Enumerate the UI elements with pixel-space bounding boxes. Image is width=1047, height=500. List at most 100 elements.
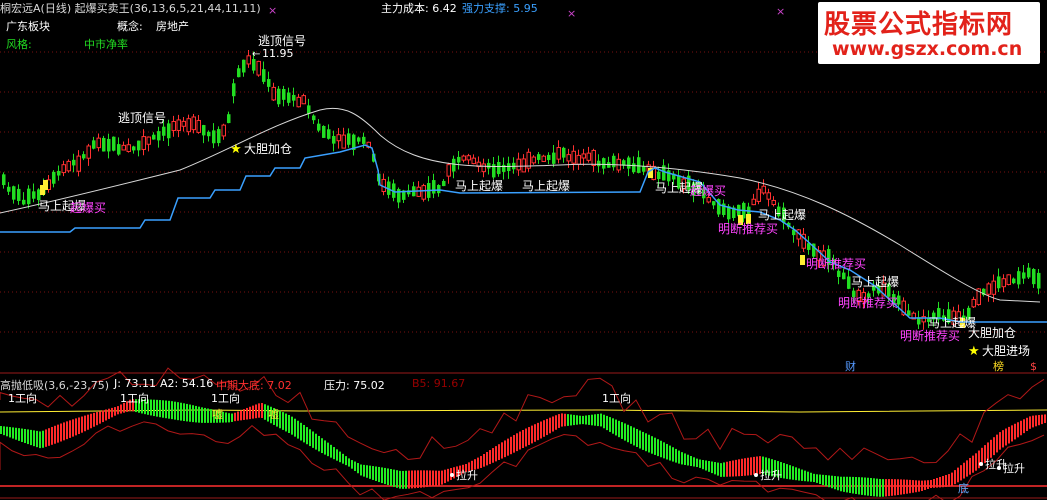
oscillator-bar <box>510 436 512 455</box>
candle-body <box>341 134 346 149</box>
candle-body <box>327 129 331 139</box>
watermark-url: www.gszx.com.cn <box>832 38 1023 60</box>
candle-body <box>562 147 566 158</box>
oscillator-bar <box>963 462 965 479</box>
candle-body <box>186 118 191 133</box>
oscillator-bar <box>453 467 455 479</box>
oscillator-bar <box>1002 430 1004 448</box>
oscillator-bar <box>9 427 11 438</box>
oscillator-bar <box>318 435 320 452</box>
oscillator-bar <box>807 471 809 482</box>
candle-body <box>237 68 241 78</box>
signal-label: 逃顶信号 <box>258 34 306 48</box>
candle-body <box>442 180 446 187</box>
candle-body <box>252 59 256 71</box>
oscillator-bar <box>408 470 410 489</box>
candle-body <box>362 136 366 144</box>
candle-body <box>17 188 21 201</box>
candle-body <box>991 280 996 295</box>
oscillator-bar <box>570 414 572 426</box>
oscillator-bar <box>591 414 593 426</box>
candle-body <box>242 59 246 73</box>
candle-body <box>657 171 661 180</box>
oscillator-bar <box>243 409 245 420</box>
oscillator-bar <box>609 417 611 432</box>
candle-body <box>332 135 336 144</box>
oscillator-bar <box>153 399 155 417</box>
oscillator-bar <box>1038 415 1040 426</box>
candle-body <box>521 158 526 173</box>
dot-icon <box>754 473 758 477</box>
oscillator-bar <box>579 415 581 425</box>
oscillator-bar <box>999 432 1001 450</box>
oscillator-bar <box>363 464 365 477</box>
oscillator-bar <box>66 421 68 440</box>
oscillator-bar <box>3 426 5 436</box>
oscillator-bar <box>642 431 644 450</box>
oscillator-bar <box>315 433 317 450</box>
candle-body <box>586 152 591 161</box>
signal-label: 大胆进场 <box>982 344 1030 358</box>
oscillator-bar <box>597 413 599 427</box>
oscillator-bar <box>903 479 905 495</box>
oscillator-bar <box>306 427 308 445</box>
candle-body <box>181 120 186 127</box>
oscillator-bar <box>537 422 539 441</box>
oscillator-bar <box>264 404 266 420</box>
candle-body <box>1017 271 1021 285</box>
oscillator-bar <box>837 476 839 491</box>
oscillator-bar <box>33 430 35 447</box>
top-marker: × <box>567 7 576 20</box>
oscillator-bar <box>561 413 563 427</box>
candle-body <box>437 185 441 194</box>
oscillator-bar <box>120 404 122 414</box>
oscillator-bar <box>501 442 503 459</box>
candle-body <box>761 185 766 194</box>
oscillator-bar <box>201 407 203 423</box>
candle-body <box>262 69 266 82</box>
indicator-label: 拉升 <box>456 468 478 482</box>
oscillator-bar <box>375 466 377 482</box>
oscillator-bar <box>300 422 302 441</box>
oscillator-bar <box>303 424 305 443</box>
candle-body <box>57 170 61 176</box>
candle-body <box>1001 278 1006 288</box>
candle-body <box>52 171 56 184</box>
candle-body <box>547 154 551 161</box>
signal-label: 逃顶信号 <box>118 111 166 125</box>
bottom-marker: 榜 <box>993 359 1004 373</box>
oscillator-bar <box>108 408 110 419</box>
oscillator-bar <box>174 401 176 420</box>
oscillator-bar <box>843 476 845 492</box>
oscillator-bar <box>825 475 827 487</box>
oscillator-bar <box>207 408 209 423</box>
candle-body <box>552 152 556 164</box>
indicator-label: 1工向 <box>8 391 37 405</box>
candle-body <box>632 163 636 173</box>
oscillator-bar <box>933 478 935 488</box>
oscillator-bar <box>36 430 38 448</box>
oscillator-bar <box>669 445 671 461</box>
oscillator-bar <box>252 405 254 419</box>
oscillator-bar <box>156 399 158 417</box>
oscillator-bar <box>345 456 347 466</box>
oscillator-bar <box>294 418 296 437</box>
candle-body <box>2 174 6 186</box>
candle-body <box>1012 278 1016 284</box>
oscillator-bar <box>495 446 497 462</box>
oscillator-bar <box>744 458 746 476</box>
candle-body <box>497 161 501 175</box>
oscillator-bar <box>354 461 356 471</box>
chart-title: 桐宏远A(日线) 起爆买卖王(36,13,6,5,21,44,11,11) <box>0 2 261 15</box>
oscillator-bar <box>486 452 488 466</box>
oscillator-bar <box>585 415 587 425</box>
oscillator-bar <box>594 414 596 426</box>
oscillator-bar <box>639 430 641 449</box>
candle-body <box>282 89 286 100</box>
oscillator-bar <box>411 470 413 489</box>
oscillator-bar <box>705 460 707 471</box>
oscillator-bar <box>810 472 812 482</box>
oscillator-bar <box>786 464 788 479</box>
oscillator-bar <box>651 436 653 454</box>
indicator-pressure: 压力: 75.02 <box>324 379 385 392</box>
